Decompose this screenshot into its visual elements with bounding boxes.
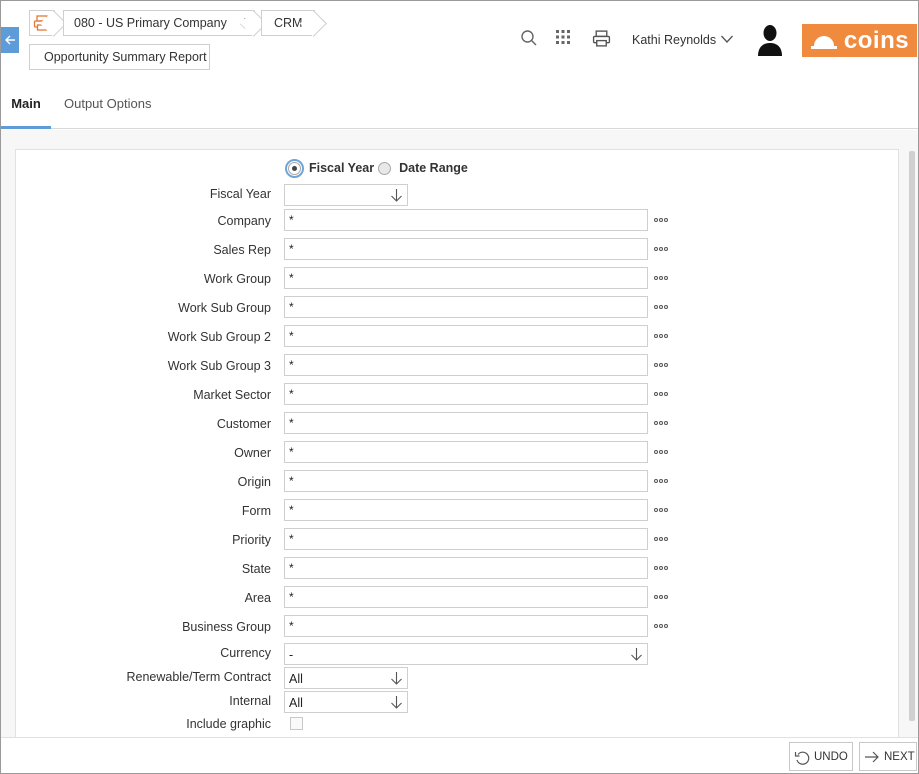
arrow-down-icon bbox=[390, 671, 403, 688]
date-range-radio-label: Date Range bbox=[399, 161, 468, 175]
field-owner-label: Owner bbox=[234, 446, 271, 460]
field-work-sub-group-2-lookup-icon[interactable] bbox=[654, 334, 668, 338]
next-button[interactable]: NEXT bbox=[859, 742, 917, 771]
currency-value: - bbox=[289, 648, 294, 662]
field-form-input[interactable]: * bbox=[284, 499, 648, 521]
field-business-group-lookup-icon[interactable] bbox=[654, 624, 668, 628]
field-form-lookup-icon[interactable] bbox=[654, 508, 668, 512]
field-market-sector-lookup-icon[interactable] bbox=[654, 392, 668, 396]
arrow-down-icon bbox=[390, 188, 403, 205]
print-icon bbox=[33, 15, 51, 31]
field-owner-input[interactable]: * bbox=[284, 441, 648, 463]
field-work-sub-group-3-lookup-icon[interactable] bbox=[654, 363, 668, 367]
field-origin-input[interactable]: * bbox=[284, 470, 648, 492]
field-work-sub-group-lookup-icon[interactable] bbox=[654, 305, 668, 309]
breadcrumb-module-label: CRM bbox=[274, 16, 303, 30]
renewable-label: Renewable/Term Contract bbox=[126, 670, 271, 684]
fiscal-year-label: Fiscal Year bbox=[209, 187, 271, 201]
field-priority-lookup-icon[interactable] bbox=[654, 537, 668, 541]
field-company-label: Company bbox=[217, 214, 272, 228]
field-sales-rep-input[interactable]: * bbox=[284, 238, 648, 260]
coins-logo: coins bbox=[802, 24, 917, 57]
field-work-sub-group-label: Work Sub Group bbox=[178, 301, 271, 315]
field-work-sub-group-3-label: Work Sub Group 3 bbox=[167, 359, 271, 373]
print-icon[interactable] bbox=[592, 29, 611, 48]
field-area-label: Area bbox=[244, 591, 271, 605]
currency-label: Currency bbox=[220, 646, 271, 660]
field-work-sub-group-input[interactable]: * bbox=[284, 296, 648, 318]
undo-button[interactable]: UNDO bbox=[789, 742, 853, 771]
field-area-lookup-icon[interactable] bbox=[654, 595, 668, 599]
field-sales-rep-label: Sales Rep bbox=[213, 243, 271, 257]
field-work-group-lookup-icon[interactable] bbox=[654, 276, 668, 280]
field-owner-lookup-icon[interactable] bbox=[654, 450, 668, 454]
tab-bar: Main Output Options bbox=[1, 87, 918, 129]
renewable-value: All bbox=[289, 672, 303, 686]
user-avatar-icon[interactable] bbox=[756, 24, 784, 59]
field-origin-lookup-icon[interactable] bbox=[654, 479, 668, 483]
field-customer-label: Customer bbox=[216, 417, 271, 431]
breadcrumb-home[interactable] bbox=[29, 10, 55, 36]
internal-value: All bbox=[289, 696, 303, 710]
field-state-label: State bbox=[241, 562, 271, 576]
scrollbar-thumb[interactable] bbox=[909, 151, 915, 721]
field-market-sector-input[interactable]: * bbox=[284, 383, 648, 405]
user-name[interactable]: Kathi Reynolds bbox=[632, 33, 716, 47]
internal-select[interactable]: All bbox=[284, 691, 408, 713]
field-customer-input[interactable]: * bbox=[284, 412, 648, 434]
field-sales-rep-lookup-icon[interactable] bbox=[654, 247, 668, 251]
breadcrumb-company[interactable]: 080 - US Primary Company bbox=[63, 10, 255, 36]
field-business-group-label: Business Group bbox=[182, 620, 271, 634]
currency-select[interactable]: - bbox=[284, 643, 648, 665]
field-form-label: Form bbox=[241, 504, 271, 518]
apps-grid-icon[interactable] bbox=[555, 29, 571, 45]
logo-text: coins bbox=[843, 26, 910, 54]
field-priority-input[interactable]: * bbox=[284, 528, 648, 550]
include-graphic-checkbox[interactable] bbox=[290, 717, 303, 730]
arrow-down-icon bbox=[390, 695, 403, 712]
field-state-lookup-icon[interactable] bbox=[654, 566, 668, 570]
next-label: NEXT bbox=[884, 750, 915, 763]
tab-main[interactable]: Main bbox=[1, 87, 51, 129]
field-work-group-input[interactable]: * bbox=[284, 267, 648, 289]
tab-output-options[interactable]: Output Options bbox=[64, 87, 151, 129]
breadcrumb-company-label: 080 - US Primary Company bbox=[74, 16, 227, 30]
breadcrumb-module[interactable]: CRM bbox=[261, 10, 315, 36]
field-state-input[interactable]: * bbox=[284, 557, 648, 579]
field-origin-label: Origin bbox=[237, 475, 271, 489]
breadcrumb-report-label: Opportunity Summary Report bbox=[44, 50, 207, 64]
arrow-right-icon bbox=[865, 751, 879, 762]
back-button[interactable] bbox=[1, 27, 19, 53]
date-range-radio[interactable] bbox=[378, 161, 392, 175]
field-work-group-label: Work Group bbox=[203, 272, 271, 286]
breadcrumb-report[interactable]: Opportunity Summary Report bbox=[29, 44, 210, 70]
field-work-sub-group-3-input[interactable]: * bbox=[284, 354, 648, 376]
hard-hat-icon bbox=[810, 35, 837, 49]
period-selector: Fiscal Year Date Range bbox=[285, 158, 472, 178]
field-work-sub-group-2-input[interactable]: * bbox=[284, 325, 648, 347]
footer-bar bbox=[1, 737, 918, 773]
field-business-group-input[interactable]: * bbox=[284, 615, 648, 637]
field-market-sector-label: Market Sector bbox=[193, 388, 271, 402]
arrow-down-icon bbox=[239, 17, 251, 29]
chevron-down-icon[interactable] bbox=[720, 32, 734, 49]
fiscal-year-radio[interactable] bbox=[285, 158, 304, 178]
arrow-down-icon bbox=[630, 647, 643, 664]
internal-label: Internal bbox=[229, 694, 271, 708]
undo-icon bbox=[794, 751, 810, 765]
include-graphic-label: Include graphic bbox=[186, 717, 271, 731]
fiscal-year-radio-label: Fiscal Year bbox=[309, 161, 375, 175]
search-icon[interactable] bbox=[520, 29, 538, 47]
fiscal-year-select[interactable] bbox=[284, 184, 408, 206]
field-work-sub-group-2-label: Work Sub Group 2 bbox=[167, 330, 271, 344]
renewable-select[interactable]: All bbox=[284, 667, 408, 689]
field-area-input[interactable]: * bbox=[284, 586, 648, 608]
undo-label: UNDO bbox=[814, 750, 848, 763]
field-company-lookup-icon[interactable] bbox=[654, 218, 668, 222]
field-customer-lookup-icon[interactable] bbox=[654, 421, 668, 425]
field-company-input[interactable]: * bbox=[284, 209, 648, 231]
field-priority-label: Priority bbox=[232, 533, 271, 547]
arrow-left-icon bbox=[5, 35, 15, 45]
